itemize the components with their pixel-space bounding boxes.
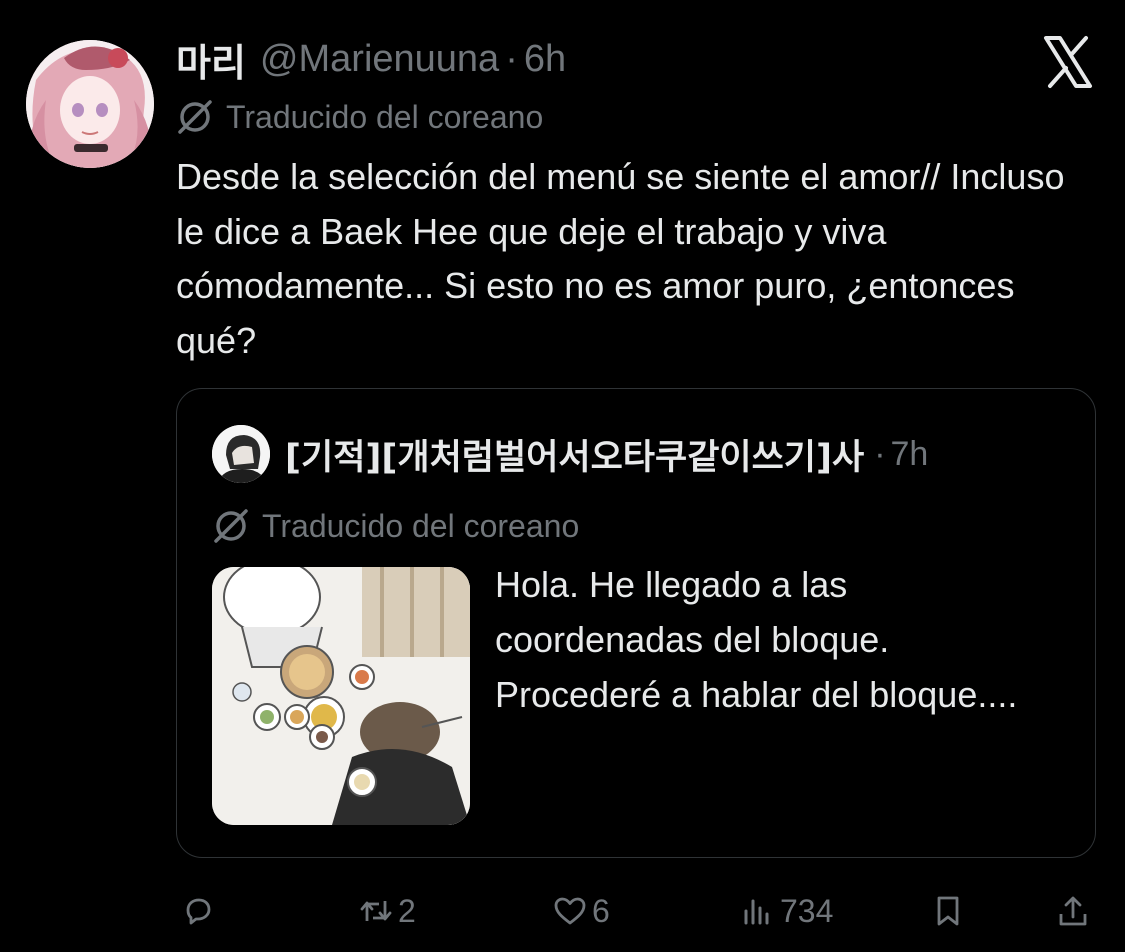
translate-icon — [178, 100, 212, 134]
quoted-translation-label-text: Traducido del coreano — [262, 507, 580, 544]
manga-panel-illustration — [212, 567, 470, 825]
like-button[interactable]: 6 — [552, 885, 610, 937]
quoted-tweet-text: Hola. He llegado a las coordenadas del b… — [495, 564, 1018, 715]
share-button[interactable] — [1055, 885, 1091, 937]
heart-icon — [554, 897, 586, 925]
quoted-author-avatar[interactable] — [212, 425, 270, 483]
like-count: 6 — [592, 892, 610, 929]
quoted-translation-label[interactable]: Traducido del coreano — [212, 507, 579, 545]
author-avatar[interactable] — [26, 40, 154, 168]
separator-dot: · — [505, 37, 518, 80]
quoted-avatar-image — [212, 425, 270, 483]
translation-label-text: Traducido del coreano — [226, 98, 544, 135]
views-chart-icon — [744, 899, 769, 925]
quoted-tweet[interactable]: [기적][개처럼벌어서오타쿠같이쓰기]사 · 7h Traducido del … — [176, 388, 1096, 858]
bookmark-icon — [937, 896, 959, 926]
share-icon — [1059, 896, 1087, 926]
author-handle[interactable]: @Marienuuna — [260, 38, 499, 81]
retweet-button[interactable]: 2 — [358, 885, 416, 937]
quoted-author-name[interactable]: [기적][개처럼벌어서오타쿠같이쓰기]사 — [285, 429, 864, 480]
bookmark-button[interactable] — [930, 885, 966, 937]
views-count: 734 — [780, 892, 834, 929]
quoted-timestamp[interactable]: 7h — [891, 435, 929, 474]
tweet-header: 마리 @Marienuuna · 6h — [176, 36, 566, 85]
avatar-image — [26, 40, 154, 168]
views-button[interactable]: 734 — [740, 885, 833, 937]
quoted-header: [기적][개처럼벌어서오타쿠같이쓰기]사 · 7h — [285, 429, 929, 480]
x-logo-icon — [1040, 34, 1096, 90]
reply-icon — [186, 898, 211, 925]
retweet-count: 2 — [398, 892, 416, 929]
reply-button[interactable] — [180, 885, 220, 937]
translate-icon — [214, 509, 248, 543]
tweet-action-bar: 2 6 734 — [0, 885, 1125, 937]
quoted-media-image[interactable] — [212, 567, 470, 825]
tweet-text: Desde la selección del menú se siente el… — [176, 156, 1065, 361]
retweet-icon — [360, 901, 392, 921]
quoted-separator-dot: · — [874, 434, 886, 473]
author-display-name[interactable]: 마리 — [176, 32, 246, 87]
tweet-timestamp[interactable]: 6h — [524, 38, 566, 81]
translation-label[interactable]: Traducido del coreano — [176, 98, 543, 136]
